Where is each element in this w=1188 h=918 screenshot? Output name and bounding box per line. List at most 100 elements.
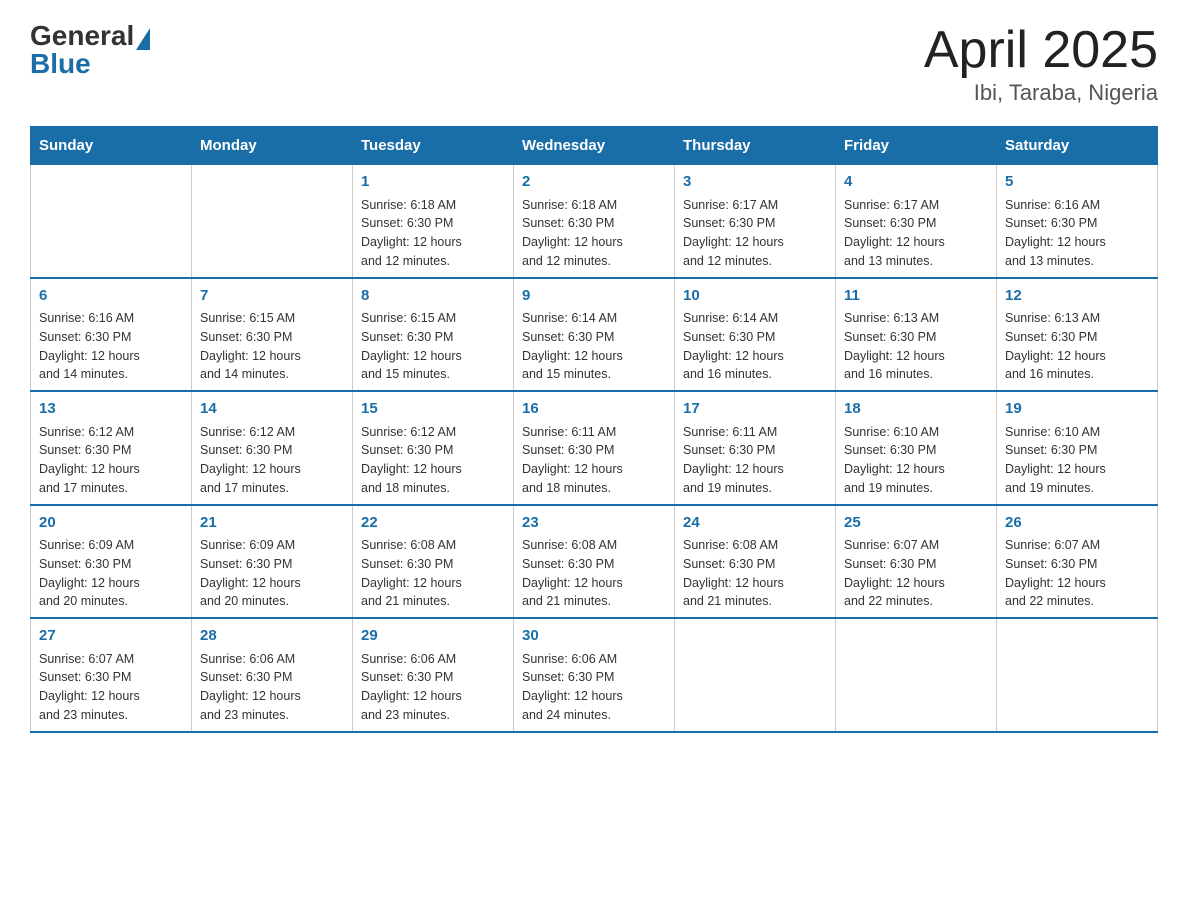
- day-number: 23: [522, 512, 666, 535]
- day-info: Sunrise: 6:06 AM Sunset: 6:30 PM Dayligh…: [522, 652, 623, 722]
- day-number: 21: [200, 512, 344, 535]
- page-header: General Blue April 2025 Ibi, Taraba, Nig…: [30, 20, 1158, 106]
- day-info: Sunrise: 6:11 AM Sunset: 6:30 PM Dayligh…: [522, 425, 623, 495]
- day-info: Sunrise: 6:12 AM Sunset: 6:30 PM Dayligh…: [200, 425, 301, 495]
- calendar-cell: 23 Sunrise: 6:08 AM Sunset: 6:30 PM Dayli…: [514, 505, 675, 619]
- calendar-header: SundayMondayTuesdayWednesdayThursdayFrid…: [31, 127, 1158, 165]
- day-number: 5: [1005, 171, 1149, 194]
- day-number: 29: [361, 625, 505, 648]
- day-number: 16: [522, 398, 666, 421]
- day-number: 25: [844, 512, 988, 535]
- calendar-cell: 21 Sunrise: 6:09 AM Sunset: 6:30 PM Dayli…: [192, 505, 353, 619]
- day-info: Sunrise: 6:12 AM Sunset: 6:30 PM Dayligh…: [39, 425, 140, 495]
- logo-blue: Blue: [30, 48, 150, 80]
- calendar-cell: 5 Sunrise: 6:16 AM Sunset: 6:30 PM Daylig…: [997, 165, 1158, 278]
- day-number: 24: [683, 512, 827, 535]
- day-info: Sunrise: 6:07 AM Sunset: 6:30 PM Dayligh…: [844, 538, 945, 608]
- day-of-week-thursday: Thursday: [675, 127, 836, 165]
- day-info: Sunrise: 6:16 AM Sunset: 6:30 PM Dayligh…: [39, 311, 140, 381]
- day-info: Sunrise: 6:16 AM Sunset: 6:30 PM Dayligh…: [1005, 198, 1106, 268]
- calendar-cell: 4Sunrise: 6:17 AM Sunset: 6:30 PM Daylig…: [836, 165, 997, 278]
- day-number: 13: [39, 398, 183, 421]
- day-info: Sunrise: 6:08 AM Sunset: 6:30 PM Dayligh…: [361, 538, 462, 608]
- day-number: 15: [361, 398, 505, 421]
- day-number: 27: [39, 625, 183, 648]
- calendar-cell: 8 Sunrise: 6:15 AM Sunset: 6:30 PM Daylig…: [353, 278, 514, 392]
- day-info: Sunrise: 6:09 AM Sunset: 6:30 PM Dayligh…: [200, 538, 301, 608]
- day-info: Sunrise: 6:17 AM Sunset: 6:30 PM Dayligh…: [683, 198, 784, 268]
- day-number: 3: [683, 171, 827, 194]
- day-info: Sunrise: 6:07 AM Sunset: 6:30 PM Dayligh…: [1005, 538, 1106, 608]
- day-number: 22: [361, 512, 505, 535]
- logo: General Blue: [30, 20, 150, 80]
- day-number: 11: [844, 285, 988, 308]
- logo-triangle-icon: [136, 28, 150, 50]
- calendar-week-4: 20Sunrise: 6:09 AM Sunset: 6:30 PM Dayli…: [31, 505, 1158, 619]
- calendar-cell: 29 Sunrise: 6:06 AM Sunset: 6:30 PM Dayli…: [353, 618, 514, 732]
- day-number: 26: [1005, 512, 1149, 535]
- calendar-week-3: 13 Sunrise: 6:12 AM Sunset: 6:30 PM Dayli…: [31, 391, 1158, 505]
- day-number: 18: [844, 398, 988, 421]
- day-number: 9: [522, 285, 666, 308]
- calendar-week-2: 6 Sunrise: 6:16 AM Sunset: 6:30 PM Daylig…: [31, 278, 1158, 392]
- calendar-cell: 12Sunrise: 6:13 AM Sunset: 6:30 PM Dayli…: [997, 278, 1158, 392]
- calendar-week-5: 27 Sunrise: 6:07 AM Sunset: 6:30 PM Dayli…: [31, 618, 1158, 732]
- calendar-cell: 6 Sunrise: 6:16 AM Sunset: 6:30 PM Daylig…: [31, 278, 192, 392]
- day-info: Sunrise: 6:10 AM Sunset: 6:30 PM Dayligh…: [844, 425, 945, 495]
- calendar-cell: 18 Sunrise: 6:10 AM Sunset: 6:30 PM Dayli…: [836, 391, 997, 505]
- calendar-cell: 16 Sunrise: 6:11 AM Sunset: 6:30 PM Dayli…: [514, 391, 675, 505]
- day-number: 10: [683, 285, 827, 308]
- calendar-cell: 17 Sunrise: 6:11 AM Sunset: 6:30 PM Dayli…: [675, 391, 836, 505]
- day-info: Sunrise: 6:06 AM Sunset: 6:30 PM Dayligh…: [200, 652, 301, 722]
- calendar-body: 1 Sunrise: 6:18 AM Sunset: 6:30 PM Daylig…: [31, 165, 1158, 732]
- day-of-week-wednesday: Wednesday: [514, 127, 675, 165]
- day-number: 12: [1005, 285, 1149, 308]
- calendar-cell: [836, 618, 997, 732]
- calendar-cell: 30Sunrise: 6:06 AM Sunset: 6:30 PM Dayli…: [514, 618, 675, 732]
- day-number: 28: [200, 625, 344, 648]
- day-info: Sunrise: 6:15 AM Sunset: 6:30 PM Dayligh…: [200, 311, 301, 381]
- day-of-week-saturday: Saturday: [997, 127, 1158, 165]
- day-info: Sunrise: 6:10 AM Sunset: 6:30 PM Dayligh…: [1005, 425, 1106, 495]
- day-number: 8: [361, 285, 505, 308]
- day-info: Sunrise: 6:14 AM Sunset: 6:30 PM Dayligh…: [683, 311, 784, 381]
- days-of-week-row: SundayMondayTuesdayWednesdayThursdayFrid…: [31, 127, 1158, 165]
- day-number: 6: [39, 285, 183, 308]
- day-number: 17: [683, 398, 827, 421]
- calendar-cell: [675, 618, 836, 732]
- day-of-week-tuesday: Tuesday: [353, 127, 514, 165]
- day-info: Sunrise: 6:11 AM Sunset: 6:30 PM Dayligh…: [683, 425, 784, 495]
- day-info: Sunrise: 6:18 AM Sunset: 6:30 PM Dayligh…: [522, 198, 623, 268]
- day-info: Sunrise: 6:14 AM Sunset: 6:30 PM Dayligh…: [522, 311, 623, 381]
- calendar-cell: 9 Sunrise: 6:14 AM Sunset: 6:30 PM Daylig…: [514, 278, 675, 392]
- calendar-cell: 15 Sunrise: 6:12 AM Sunset: 6:30 PM Dayli…: [353, 391, 514, 505]
- day-info: Sunrise: 6:18 AM Sunset: 6:30 PM Dayligh…: [361, 198, 462, 268]
- day-info: Sunrise: 6:08 AM Sunset: 6:30 PM Dayligh…: [683, 538, 784, 608]
- day-of-week-monday: Monday: [192, 127, 353, 165]
- calendar-cell: 14 Sunrise: 6:12 AM Sunset: 6:30 PM Dayli…: [192, 391, 353, 505]
- calendar-cell: [997, 618, 1158, 732]
- title-block: April 2025 Ibi, Taraba, Nigeria: [924, 20, 1158, 106]
- day-number: 19: [1005, 398, 1149, 421]
- day-of-week-friday: Friday: [836, 127, 997, 165]
- day-number: 14: [200, 398, 344, 421]
- day-info: Sunrise: 6:17 AM Sunset: 6:30 PM Dayligh…: [844, 198, 945, 268]
- day-number: 1: [361, 171, 505, 194]
- calendar-cell: 2 Sunrise: 6:18 AM Sunset: 6:30 PM Daylig…: [514, 165, 675, 278]
- calendar-cell: 13 Sunrise: 6:12 AM Sunset: 6:30 PM Dayli…: [31, 391, 192, 505]
- calendar-cell: 24 Sunrise: 6:08 AM Sunset: 6:30 PM Dayli…: [675, 505, 836, 619]
- day-number: 2: [522, 171, 666, 194]
- calendar-cell: 19 Sunrise: 6:10 AM Sunset: 6:30 PM Dayli…: [997, 391, 1158, 505]
- page-subtitle: Ibi, Taraba, Nigeria: [924, 80, 1158, 106]
- day-info: Sunrise: 6:06 AM Sunset: 6:30 PM Dayligh…: [361, 652, 462, 722]
- calendar-cell: 10 Sunrise: 6:14 AM Sunset: 6:30 PM Dayli…: [675, 278, 836, 392]
- calendar-cell: [31, 165, 192, 278]
- calendar-week-1: 1 Sunrise: 6:18 AM Sunset: 6:30 PM Daylig…: [31, 165, 1158, 278]
- day-info: Sunrise: 6:12 AM Sunset: 6:30 PM Dayligh…: [361, 425, 462, 495]
- day-info: Sunrise: 6:15 AM Sunset: 6:30 PM Dayligh…: [361, 311, 462, 381]
- calendar-cell: 11Sunrise: 6:13 AM Sunset: 6:30 PM Dayli…: [836, 278, 997, 392]
- calendar-cell: 7Sunrise: 6:15 AM Sunset: 6:30 PM Daylig…: [192, 278, 353, 392]
- day-info: Sunrise: 6:08 AM Sunset: 6:30 PM Dayligh…: [522, 538, 623, 608]
- calendar-cell: 20Sunrise: 6:09 AM Sunset: 6:30 PM Dayli…: [31, 505, 192, 619]
- day-info: Sunrise: 6:07 AM Sunset: 6:30 PM Dayligh…: [39, 652, 140, 722]
